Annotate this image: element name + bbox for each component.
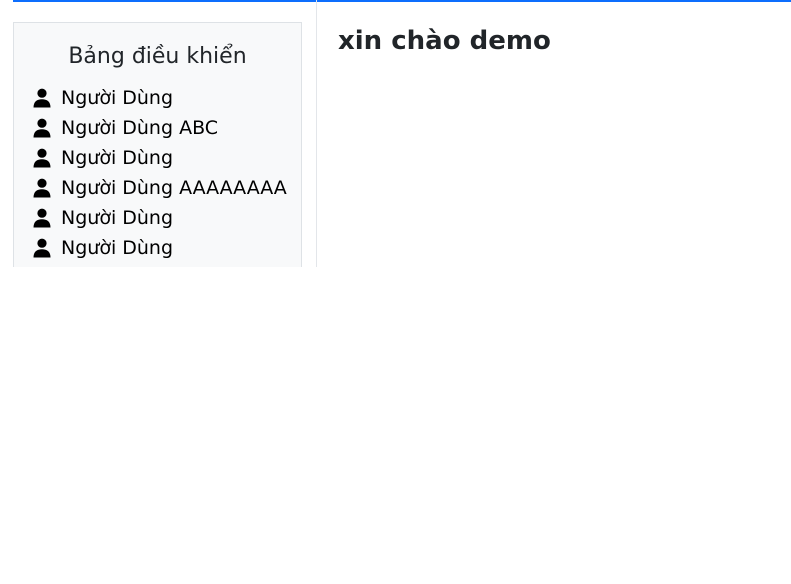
sidebar-list: Người Dùng Người Dùng ABC Người Dùng Ngư… (14, 83, 301, 263)
user-icon (33, 178, 51, 198)
sidebar-item-user-1[interactable]: Người Dùng (33, 83, 301, 113)
sidebar-item-label: Người Dùng ABC (61, 117, 219, 139)
sidebar-item-user-6[interactable]: Người Dùng (33, 233, 301, 263)
sidebar: Bảng điều khiển Người Dùng Người Dùng AB… (13, 22, 302, 267)
left-column: Bảng điều khiển Người Dùng Người Dùng AB… (0, 0, 317, 267)
user-icon (33, 118, 51, 138)
user-icon (33, 208, 51, 228)
sidebar-item-label: Người Dùng (61, 237, 174, 259)
sidebar-item-label: Người Dùng AAAAAAAA (61, 177, 287, 199)
user-icon (33, 88, 51, 108)
sidebar-item-user-4[interactable]: Người Dùng AAAAAAAA (33, 173, 301, 203)
sidebar-item-label: Người Dùng (61, 207, 174, 229)
sidebar-item-user-2[interactable]: Người Dùng ABC (33, 113, 301, 143)
user-icon (33, 148, 51, 168)
user-icon (33, 238, 51, 258)
page-title: xin chào demo (338, 26, 551, 56)
sidebar-item-user-3[interactable]: Người Dùng (33, 143, 301, 173)
sidebar-item-user-5[interactable]: Người Dùng (33, 203, 301, 233)
app-frame: Bảng điều khiển Người Dùng Người Dùng AB… (0, 0, 791, 584)
sidebar-item-label: Người Dùng (61, 147, 174, 169)
sidebar-item-label: Người Dùng (61, 87, 174, 109)
sidebar-title: Bảng điều khiển (68, 44, 247, 69)
